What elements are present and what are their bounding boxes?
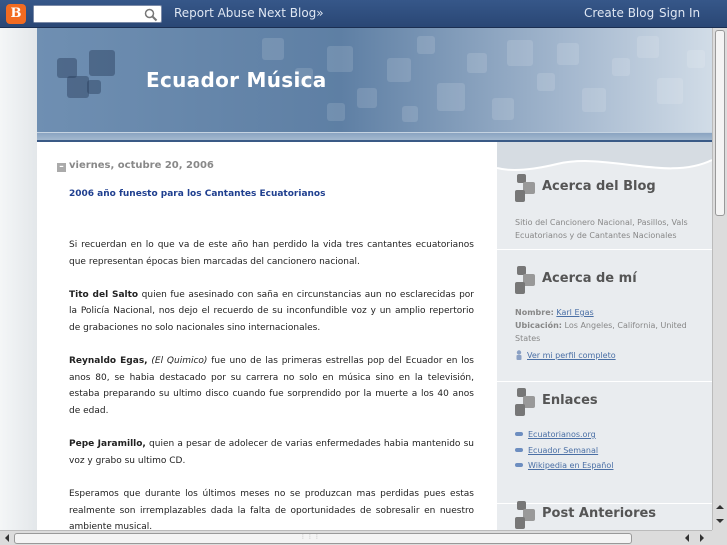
navbar-search-box bbox=[33, 5, 162, 23]
profile-location-row: Ubicación: Los Angeles, California, Unit… bbox=[515, 319, 705, 345]
widget-title: Acerca de mí bbox=[542, 271, 637, 286]
scroll-left-arrow-icon[interactable] bbox=[2, 533, 12, 543]
widget-title: Enlaces bbox=[542, 393, 598, 408]
report-abuse-link[interactable]: Report Abuse bbox=[174, 6, 255, 20]
link-item[interactable]: Wikipedia en Español bbox=[515, 458, 705, 474]
full-profile-link[interactable]: Ver mi perfil completo bbox=[527, 351, 616, 360]
sidebar: Acerca del Blog Sitio del Cancionero Nac… bbox=[497, 142, 712, 530]
next-blog-link[interactable]: Next Blog» bbox=[258, 6, 324, 20]
links-list: Ecuatorianos.org Ecuador Semanal Wikiped… bbox=[515, 427, 705, 474]
search-icon[interactable] bbox=[144, 8, 158, 22]
post-paragraph: Reynaldo Egas, (El Quimico) fue uno de l… bbox=[69, 353, 474, 419]
about-blog-widget: Acerca del Blog Sitio del Cancionero Nac… bbox=[497, 170, 712, 250]
horizontal-scrollbar[interactable]: ⋮⋮⋮ bbox=[0, 530, 712, 545]
singer-alias: (El Quimico) bbox=[151, 356, 208, 367]
link-bullet-icon bbox=[515, 447, 523, 452]
post-title[interactable]: 2006 año funesto para los Cantantes Ecua… bbox=[69, 189, 325, 199]
widget-title: Post Anteriores bbox=[542, 506, 657, 521]
link-label[interactable]: Ecuatorianos.org bbox=[528, 430, 596, 439]
post-paragraph: Pepe Jaramillo, quien a pesar de adolece… bbox=[69, 436, 474, 469]
post-paragraph: Si recuerdan en lo que va de este año ha… bbox=[69, 240, 474, 267]
post-body: Si recuerdan en lo que va de este año ha… bbox=[69, 237, 474, 530]
scrollbar-corner bbox=[712, 530, 727, 545]
profile-link-row: Ver mi perfil completo bbox=[515, 349, 705, 362]
create-blog-link[interactable]: Create Blog bbox=[584, 6, 654, 20]
post-date: viernes, octubre 20, 2006 bbox=[69, 160, 214, 171]
widget-squares-icon bbox=[515, 388, 535, 418]
profile-person-icon bbox=[516, 350, 522, 360]
search-input[interactable] bbox=[34, 6, 142, 22]
main-column: – viernes, octubre 20, 2006 2006 año fune… bbox=[37, 142, 497, 530]
blog-header: Ecuador Música bbox=[37, 28, 712, 140]
link-bullet-icon bbox=[515, 463, 523, 467]
page-gutter bbox=[0, 28, 37, 530]
header-strip bbox=[37, 132, 712, 140]
widget-squares-icon bbox=[515, 266, 535, 296]
link-item[interactable]: Ecuador Semanal bbox=[515, 443, 705, 459]
link-label[interactable]: Wikipedia en Español bbox=[528, 461, 613, 470]
name-label: Nombre: bbox=[515, 308, 554, 317]
scroll-grip-icon: ⋮⋮⋮ bbox=[300, 533, 321, 540]
widget-squares-icon bbox=[515, 501, 535, 530]
archive-widget: Post Anteriores bbox=[497, 497, 712, 530]
singer-name: Tito del Salto bbox=[69, 289, 139, 300]
link-label[interactable]: Ecuador Semanal bbox=[528, 446, 598, 455]
profile-name-row: Nombre: Karl Egas bbox=[515, 306, 705, 319]
horizontal-scroll-thumb[interactable] bbox=[14, 533, 632, 544]
about-blog-text: Sitio del Cancionero Nacional, Pasillos,… bbox=[515, 218, 688, 240]
singer-name: Reynaldo Egas, bbox=[69, 356, 148, 367]
widget-squares-icon bbox=[515, 174, 535, 204]
vertical-scroll-thumb[interactable] bbox=[715, 30, 725, 216]
link-bullet-icon bbox=[515, 432, 523, 436]
date-header: – viernes, octubre 20, 2006 bbox=[57, 160, 214, 172]
location-label: Ubicación: bbox=[515, 321, 562, 330]
blog-page: Ecuador Música – viernes, octubre 20, 200… bbox=[0, 28, 712, 530]
scroll-up-arrow-icon[interactable] bbox=[715, 502, 725, 512]
blog-title[interactable]: Ecuador Música bbox=[146, 68, 327, 92]
header-squares-logo-icon bbox=[57, 48, 117, 108]
singer-name: Pepe Jaramillo, bbox=[69, 439, 146, 450]
collapse-icon[interactable]: – bbox=[57, 163, 66, 172]
vertical-scrollbar[interactable] bbox=[712, 28, 727, 530]
blogger-navbar: B Report Abuse Next Blog» Create Blog Si… bbox=[0, 0, 727, 28]
widget-title: Acerca del Blog bbox=[542, 179, 656, 194]
sign-in-link[interactable]: Sign In bbox=[659, 6, 700, 20]
scroll-down-arrow-icon[interactable] bbox=[715, 516, 725, 526]
scroll-left-arrow-icon-2[interactable] bbox=[682, 533, 692, 543]
links-widget: Enlaces Ecuatorianos.org Ecuador Semanal… bbox=[497, 384, 712, 504]
post-paragraph: Esperamos que durante los últimos meses … bbox=[69, 488, 474, 530]
link-item[interactable]: Ecuatorianos.org bbox=[515, 427, 705, 443]
profile-info: Nombre: Karl Egas Ubicación: Los Angeles… bbox=[515, 306, 705, 362]
post-paragraph: Tito del Salto quien fue asesinado con s… bbox=[69, 287, 474, 337]
blogger-logo-icon[interactable]: B bbox=[6, 4, 26, 24]
about-me-widget: Acerca de mí Nombre: Karl Egas Ubicación… bbox=[497, 262, 712, 382]
profile-name-link[interactable]: Karl Egas bbox=[556, 308, 593, 317]
scroll-right-arrow-icon[interactable] bbox=[697, 533, 707, 543]
